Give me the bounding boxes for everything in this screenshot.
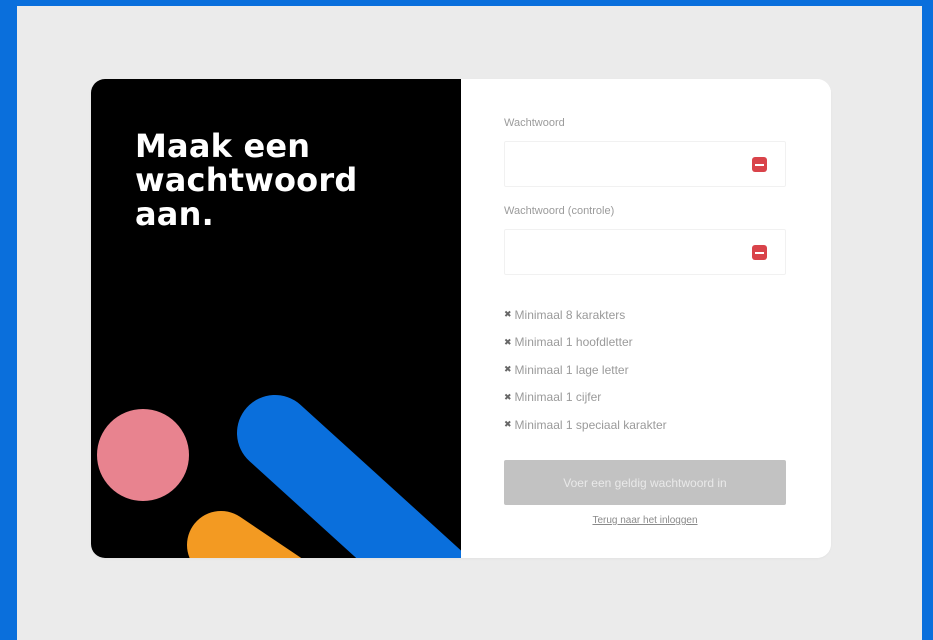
password-label: Wachtwoord (504, 117, 565, 129)
form-panel: Wachtwoord Wachtwoord (controle) ✖ Minima… (461, 79, 831, 558)
back-to-login-link[interactable]: Terug naar het inloggen (504, 515, 786, 526)
confirm-password-label: Wachtwoord (controle) (504, 205, 615, 217)
brand-panel: Maak een wachtwoord aan. (91, 79, 461, 558)
cross-icon: ✖ (504, 419, 512, 430)
requirement-text: Minimaal 8 karakters (514, 307, 626, 322)
orange-pill-shape (187, 511, 302, 558)
decorative-shapes (97, 395, 461, 558)
requirement-text: Minimaal 1 hoofdletter (514, 335, 633, 350)
requirement-item: ✖ Minimaal 1 speciaal karakter (504, 411, 667, 439)
requirement-item: ✖ Minimaal 8 karakters (504, 301, 667, 329)
confirm-field-wrapper (504, 229, 786, 275)
error-minus-icon (752, 245, 767, 260)
pink-circle-shape (97, 409, 189, 501)
requirement-text: Minimaal 1 cijfer (514, 390, 602, 405)
requirement-item: ✖ Minimaal 1 lage letter (504, 356, 667, 384)
password-input[interactable] (505, 142, 765, 186)
cross-icon: ✖ (504, 336, 512, 347)
submit-password-button[interactable]: Voer een geldig wachtwoord in (504, 460, 786, 505)
error-minus-icon (752, 157, 767, 172)
requirement-text: Minimaal 1 lage letter (514, 362, 629, 377)
blue-diagonal-shape (237, 395, 461, 558)
cross-icon: ✖ (504, 309, 512, 320)
requirement-text: Minimaal 1 speciaal karakter (514, 417, 667, 432)
requirement-item: ✖ Minimaal 1 hoofdletter (504, 329, 667, 357)
password-requirements-list: ✖ Minimaal 8 karakters ✖ Minimaal 1 hoofdl… (504, 301, 667, 439)
cross-icon: ✖ (504, 391, 512, 402)
page-background: Maak een wachtwoord aan. Wachtwoord Wach… (17, 6, 922, 640)
confirm-password-input[interactable] (505, 230, 765, 274)
cross-icon: ✖ (504, 364, 512, 375)
password-card: Maak een wachtwoord aan. Wachtwoord Wach… (91, 79, 831, 558)
password-field-wrapper (504, 141, 786, 187)
requirement-item: ✖ Minimaal 1 cijfer (504, 384, 667, 412)
